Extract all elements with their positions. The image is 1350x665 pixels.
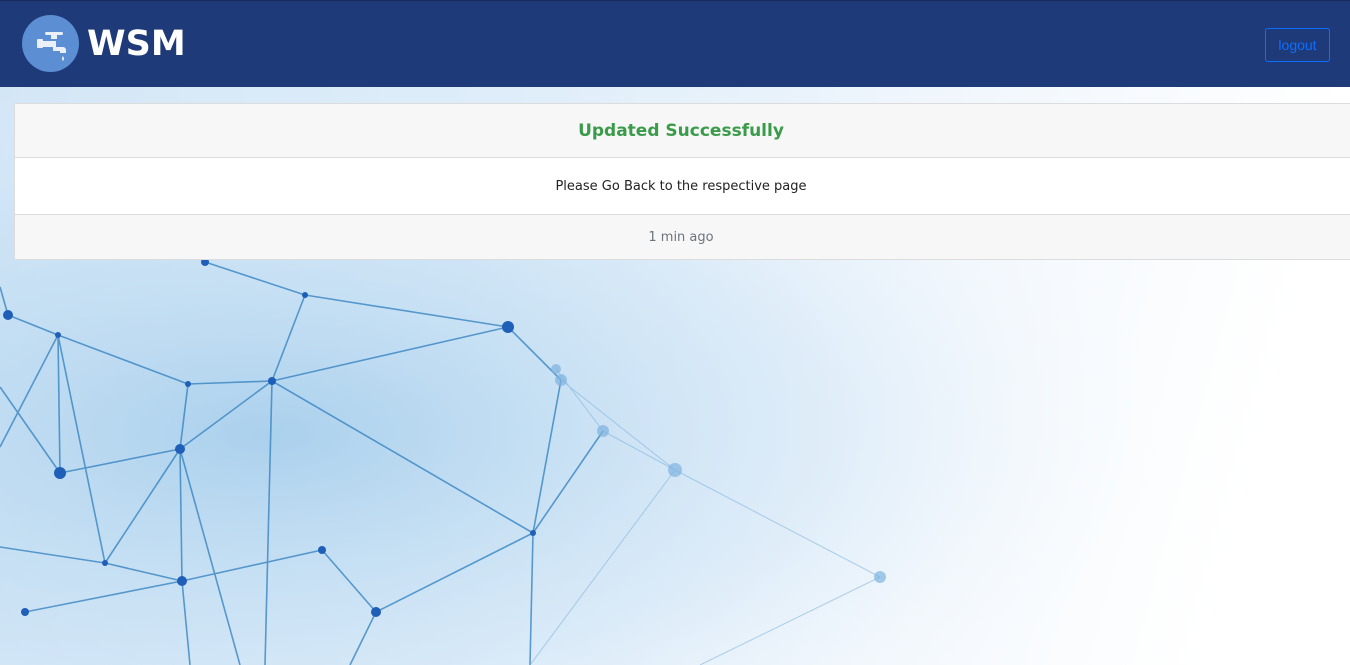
timestamp: 1 min ago — [648, 229, 714, 245]
brand-name: WSM — [87, 23, 186, 64]
card-footer: 1 min ago — [15, 215, 1350, 259]
logout-button[interactable]: logout — [1265, 28, 1330, 62]
card-header: Updated Successfully — [15, 104, 1350, 158]
card-body: Please Go Back to the respective page — [15, 158, 1350, 215]
status-message-card: Updated Successfully Please Go Back to t… — [14, 103, 1350, 260]
water-tap-icon — [22, 15, 79, 72]
card-message: Please Go Back to the respective page — [555, 178, 807, 194]
top-navbar: WSM logout — [0, 0, 1350, 87]
card-title: Updated Successfully — [578, 120, 784, 141]
brand[interactable]: WSM — [22, 15, 186, 72]
